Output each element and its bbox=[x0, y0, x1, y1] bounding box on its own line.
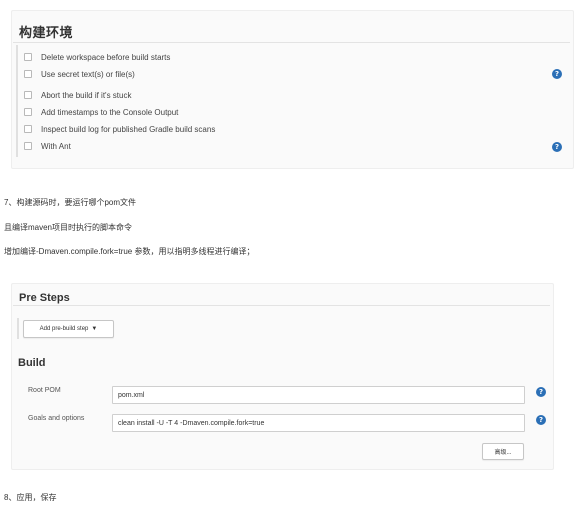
timestamps-checkbox[interactable] bbox=[24, 108, 32, 116]
option-label: Use secret text(s) or file(s) bbox=[41, 69, 135, 79]
option-label: Inspect build log for published Gradle b… bbox=[41, 124, 216, 134]
pre-steps-title: Pre Steps bbox=[19, 292, 70, 304]
option-with-ant[interactable]: With Ant bbox=[24, 139, 71, 153]
option-gradle-scans[interactable]: Inspect build log for published Gradle b… bbox=[24, 122, 215, 136]
section-bar bbox=[16, 45, 18, 157]
option-abort-stuck[interactable]: Abort the build if it's stuck bbox=[24, 88, 131, 102]
gradle-scans-checkbox[interactable] bbox=[24, 125, 32, 133]
divider bbox=[13, 42, 570, 43]
help-icon[interactable]: ? bbox=[552, 69, 562, 79]
add-pre-build-step-button[interactable]: Add pre-build step ▼ bbox=[23, 320, 114, 338]
advanced-button[interactable]: 高级... bbox=[482, 443, 524, 460]
secret-text-checkbox[interactable] bbox=[24, 70, 32, 78]
button-label: Add pre-build step bbox=[39, 326, 89, 332]
help-icon[interactable]: ? bbox=[536, 387, 546, 397]
option-label: Add timestamps to the Console Output bbox=[41, 107, 179, 117]
root-pom-label: Root POM bbox=[28, 387, 61, 394]
option-delete-workspace[interactable]: Delete workspace before build starts bbox=[24, 50, 170, 64]
note-line: 且编译maven项目时执行的脚本命令 bbox=[4, 223, 133, 232]
caret-down-icon: ▼ bbox=[91, 326, 98, 332]
delete-workspace-checkbox[interactable] bbox=[24, 53, 32, 61]
option-label: Abort the build if it's stuck bbox=[41, 90, 132, 100]
option-label: Delete workspace before build starts bbox=[41, 52, 171, 62]
goals-options-input[interactable]: clean install -U -T 4 -Dmaven.compile.fo… bbox=[112, 414, 525, 432]
option-label: With Ant bbox=[41, 141, 71, 151]
section-bar bbox=[17, 318, 19, 339]
help-icon[interactable]: ? bbox=[552, 142, 562, 152]
build-environment-title: 构建环境 bbox=[19, 25, 74, 40]
with-ant-checkbox[interactable] bbox=[24, 142, 32, 150]
option-secret-text[interactable]: Use secret text(s) or file(s) bbox=[24, 67, 135, 81]
goals-options-label: Goals and options bbox=[28, 415, 85, 422]
help-icon[interactable]: ? bbox=[536, 415, 546, 425]
step-8-text: 8、应用，保存 bbox=[4, 493, 57, 502]
divider bbox=[13, 305, 550, 306]
build-config-panel bbox=[11, 283, 554, 470]
step-7-text: 7、构建源码时，要运行哪个pom文件 bbox=[4, 198, 137, 207]
note-line: 增加编译-Dmaven.compile.fork=true 参数，用以指明多线程… bbox=[4, 247, 255, 256]
option-timestamps[interactable]: Add timestamps to the Console Output bbox=[24, 105, 178, 119]
abort-stuck-checkbox[interactable] bbox=[24, 91, 32, 99]
build-title: Build bbox=[18, 357, 46, 369]
root-pom-input[interactable]: pom.xml bbox=[112, 386, 525, 404]
